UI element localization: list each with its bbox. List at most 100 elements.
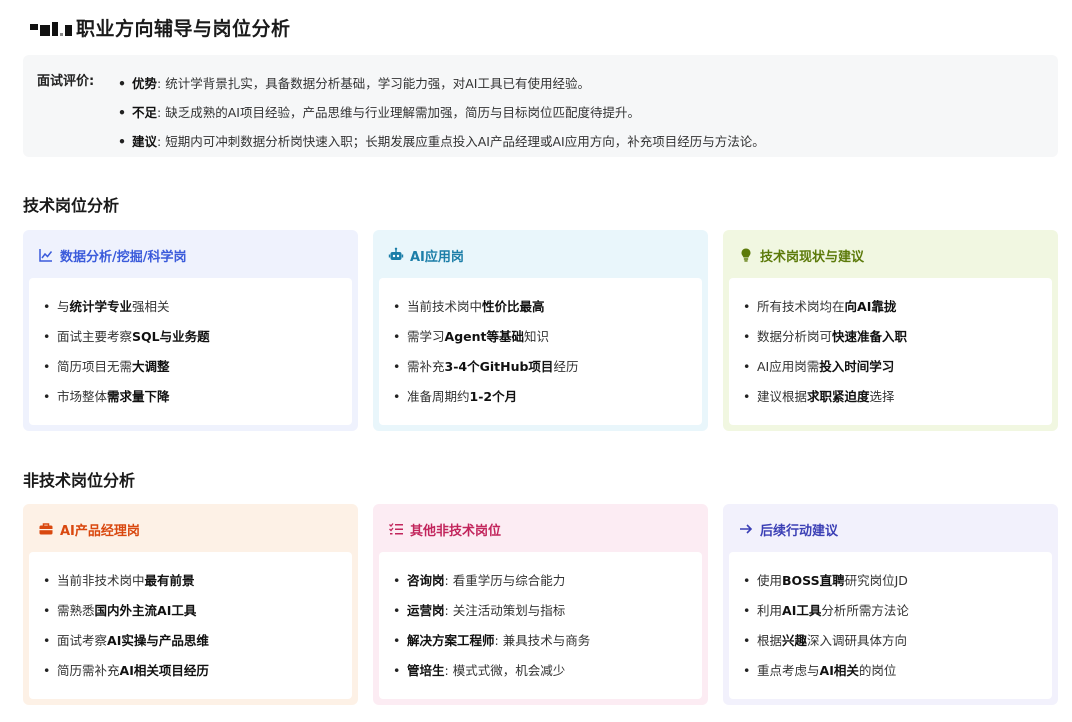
item-emphasis: 求职紧迫度 [807,389,870,404]
item-text: 简历项目无需 [57,359,133,374]
item-emphasis: 3-4个GitHub项目 [444,359,554,374]
list-item: • 解决方案工程师: 兼具技术与商务 [393,626,690,656]
card-ai-app: AI应用岗 • 当前技术岗中性价比最高 • 需学习Agent等基础知识 • 需补充3-4个… [373,230,708,431]
bullet-icon: • [743,389,751,404]
item-text: 重点考虑与 [757,663,820,678]
item-emphasis: 1-2个月 [469,389,518,404]
evaluation-panel: 面试评价: • 优势: 统计学背景扎实，具备数据分析基础，学习能力强，对AI工具已… [23,55,1058,157]
card-title: AI产品经理岗 [60,523,140,539]
list-item: • 所有技术岗均在向AI靠拢 [743,292,1040,322]
item-text: 研究岗位JD [844,573,908,588]
card-title: 其他非技术岗位 [410,523,502,539]
bullet-icon: • [118,105,126,120]
bullet-icon: • [393,663,401,678]
item-text: 选择 [869,389,895,404]
card-header: AI产品经理岗 [37,518,140,540]
item-emphasis: SQL与业务题 [132,329,210,344]
item-emphasis: 国内外主流AI工具 [94,603,197,618]
item-text: 市场整体 [57,389,108,404]
item-emphasis: 向AI靠拢 [844,299,897,314]
bullet-icon: • [743,359,751,374]
item-emphasis: Agent等基础 [444,329,524,344]
card-data-analysis: 数据分析/挖掘/科学岗 • 与统计学专业强相关 • 面试主要考察SQL与业务题 • 简历项… [23,230,358,431]
logo-icon [30,18,72,36]
bullet-icon: • [393,573,401,588]
item-emphasis: 性价比最高 [482,299,545,314]
bullet-icon: • [393,389,401,404]
item-emphasis: 管培生 [407,663,445,678]
evaluation-sep: : [157,76,162,91]
bullet-icon: • [43,329,51,344]
evaluation-text: 缺乏成熟的AI项目经验，产品思维与行业理解需加强，简历与目标岗位匹配度待提升。 [165,105,640,120]
bullet-icon: • [43,359,51,374]
page-title: 职业方向辅导与岗位分析 [76,17,291,40]
bullet-icon: • [743,299,751,314]
card-header: 后续行动建议 [737,518,838,540]
list-icon [387,520,405,538]
evaluation-item: • 建议: 短期内可冲刺数据分析岗快速入职；长期发展应重点投入AI产品经理或AI应… [118,127,765,156]
bullet-icon: • [393,329,401,344]
robot-icon [387,246,405,264]
item-text: 当前非技术岗中 [57,573,145,588]
evaluation-text: 短期内可冲刺数据分析岗快速入职；长期发展应重点投入AI产品经理或AI应用方向，补… [165,134,765,149]
list-item: • AI应用岗需投入时间学习 [743,352,1040,382]
item-text: 与 [57,299,70,314]
card-title: 技术岗现状与建议 [760,249,865,265]
list-item: • 利用AI工具分析所需方法论 [743,596,1040,626]
item-emphasis: BOSS直聘 [782,573,845,588]
item-emphasis: 解决方案工程师 [407,633,495,648]
list-item: • 简历需补充AI相关项目经历 [43,656,340,686]
bullet-icon: • [743,329,751,344]
item-emphasis: 统计学专业 [69,299,133,314]
item-text: : 看重学历与综合能力 [444,573,566,588]
card-header: AI应用岗 [387,244,464,266]
list-item: • 准备周期约1-2个月 [393,382,690,412]
bullet-icon: • [393,603,401,618]
bullet-icon: • [743,573,751,588]
list-item: • 重点考虑与AI相关的岗位 [743,656,1040,686]
section-title-nontech: 非技术岗位分析 [23,471,136,490]
item-text: 经历 [553,359,579,374]
item-text: 使用 [757,573,783,588]
list-item: • 当前非技术岗中最有前景 [43,566,340,596]
item-emphasis: 最有前景 [144,573,195,588]
card-title: 后续行动建议 [760,523,839,539]
item-emphasis: AI实操与产品思维 [107,633,209,648]
item-text: 深入调研具体方向 [807,633,908,648]
card-body: • 使用BOSS直聘研究岗位JD • 利用AI工具分析所需方法论 • 根据兴趣深入调研具体… [729,552,1052,699]
card-next-steps: 后续行动建议 • 使用BOSS直聘研究岗位JD • 利用AI工具分析所需方法论 • 根据兴… [723,504,1058,705]
section-title-tech: 技术岗位分析 [23,196,120,215]
bullet-icon: • [393,359,401,374]
list-item: • 当前技术岗中性价比最高 [393,292,690,322]
evaluation-key: 不足 [132,105,158,120]
item-text: 所有技术岗均在 [757,299,845,314]
list-item: • 需熟悉国内外主流AI工具 [43,596,340,626]
item-text: 知识 [524,329,550,344]
arrow-right-icon [737,520,755,538]
item-text: 利用 [757,603,783,618]
item-text: : 关注活动策划与指标 [444,603,566,618]
item-emphasis: 需求量下降 [107,389,170,404]
card-ai-pm: AI产品经理岗 • 当前非技术岗中最有前景 • 需熟悉国内外主流AI工具 • 面试考察AI… [23,504,358,705]
item-emphasis: 大调整 [132,359,170,374]
bullet-icon: • [43,633,51,648]
card-body: • 咨询岗: 看重学历与综合能力 • 运营岗: 关注活动策划与指标 • 解决方案工程师: … [379,552,702,699]
line-chart-icon [37,246,55,264]
item-emphasis: AI相关项目经历 [119,663,209,678]
evaluation-item: • 优势: 统计学背景扎实，具备数据分析基础，学习能力强，对AI工具已有使用经验。 [118,69,765,98]
bullet-icon: • [43,389,51,404]
list-item: • 需补充3-4个GitHub项目经历 [393,352,690,382]
item-emphasis: 投入时间学习 [819,359,895,374]
card-body: • 当前技术岗中性价比最高 • 需学习Agent等基础知识 • 需补充3-4个GitHub… [379,278,702,425]
lightbulb-icon [737,246,755,264]
evaluation-label: 面试评价: [37,74,95,89]
item-text: : 模式式微，机会减少 [444,663,566,678]
item-text: : 兼具技术与商务 [494,633,591,648]
item-text: 建议根据 [757,389,808,404]
bullet-icon: • [743,663,751,678]
card-other-nontech: 其他非技术岗位 • 咨询岗: 看重学历与综合能力 • 运营岗: 关注活动策划与指标 • 解… [373,504,708,705]
bullet-icon: • [743,633,751,648]
evaluation-text: 统计学背景扎实，具备数据分析基础，学习能力强，对AI工具已有使用经验。 [165,76,590,91]
list-item: • 数据分析岗可快速准备入职 [743,322,1040,352]
list-item: • 面试考察AI实操与产品思维 [43,626,340,656]
